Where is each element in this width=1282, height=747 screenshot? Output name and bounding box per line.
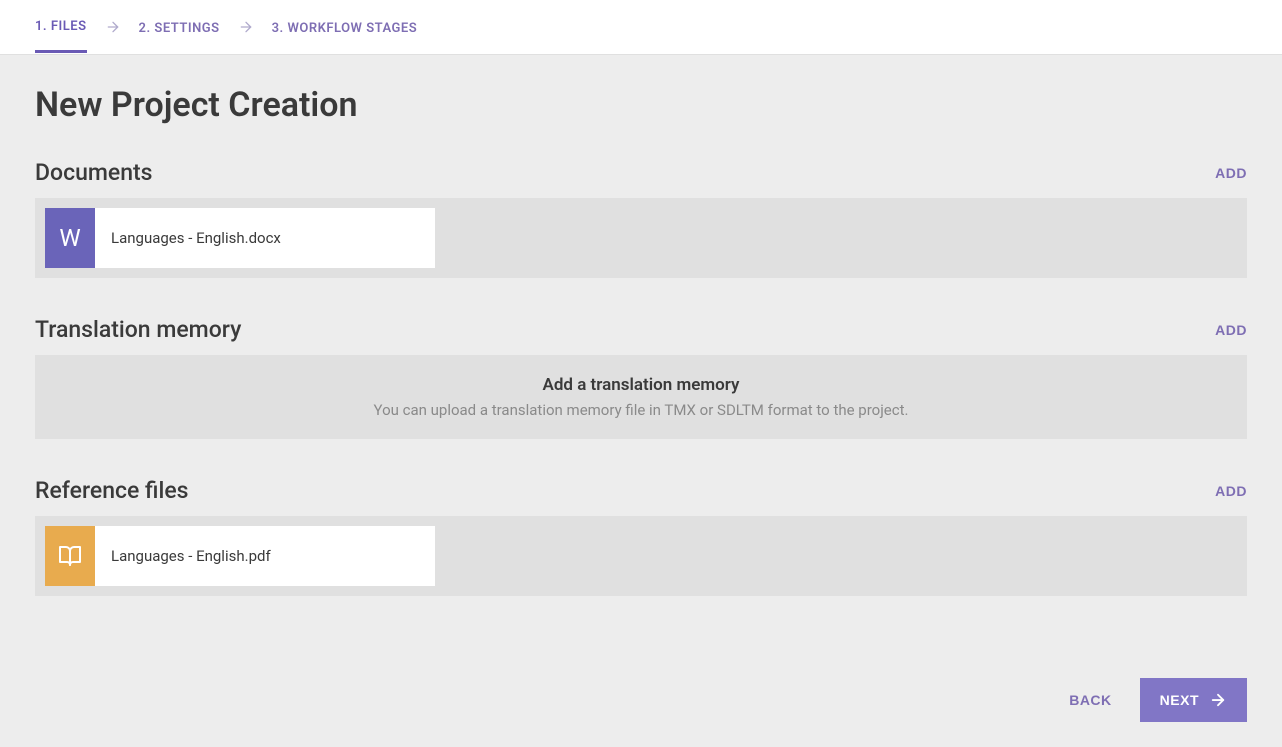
reference-file-card[interactable]: Languages - English.pdf	[45, 526, 435, 586]
nav-step-files[interactable]: 1. FILES	[35, 1, 87, 53]
translation-memory-empty-desc: You can upload a translation memory file…	[55, 401, 1227, 419]
footer-actions: BACK NEXT	[1069, 678, 1247, 722]
translation-memory-empty[interactable]: Add a translation memory You can upload …	[35, 355, 1247, 439]
nav-step-workflow-stages[interactable]: 3. WORKFLOW STAGES	[272, 3, 418, 52]
breadcrumb: 1. FILES 2. SETTINGS 3. WORKFLOW STAGES	[0, 0, 1282, 55]
page-title: New Project Creation	[35, 85, 1247, 125]
reference-files-title: Reference files	[35, 477, 189, 504]
arrow-right-icon	[1209, 691, 1227, 709]
reference-files-section: Reference files ADD Languages - English.…	[35, 477, 1247, 596]
reference-file-name: Languages - English.pdf	[95, 547, 271, 565]
next-button[interactable]: NEXT	[1140, 678, 1247, 722]
translation-memory-empty-title: Add a translation memory	[55, 375, 1227, 395]
add-translation-memory-button[interactable]: ADD	[1215, 322, 1247, 338]
add-reference-file-button[interactable]: ADD	[1215, 483, 1247, 499]
translation-memory-title: Translation memory	[35, 316, 241, 343]
document-file-name: Languages - English.docx	[95, 229, 281, 247]
pdf-file-icon	[45, 526, 95, 586]
document-file-card[interactable]: W Languages - English.docx	[45, 208, 435, 268]
documents-container: W Languages - English.docx	[35, 198, 1247, 278]
add-document-button[interactable]: ADD	[1215, 165, 1247, 181]
documents-section: Documents ADD W Languages - English.docx	[35, 159, 1247, 278]
translation-memory-section: Translation memory ADD Add a translation…	[35, 316, 1247, 439]
arrow-right-icon	[105, 19, 121, 35]
documents-title: Documents	[35, 159, 153, 186]
word-file-icon: W	[45, 208, 95, 268]
back-button[interactable]: BACK	[1069, 692, 1111, 708]
reference-files-container: Languages - English.pdf	[35, 516, 1247, 596]
nav-step-settings[interactable]: 2. SETTINGS	[139, 3, 220, 52]
next-button-label: NEXT	[1160, 692, 1199, 708]
arrow-right-icon	[238, 19, 254, 35]
